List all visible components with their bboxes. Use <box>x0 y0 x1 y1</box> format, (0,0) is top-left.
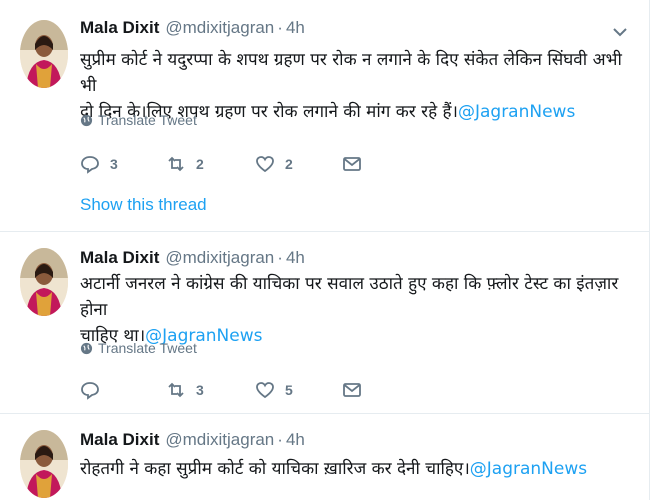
like-count: 2 <box>285 156 293 172</box>
translate-tweet-link[interactable]: Translate Tweet <box>80 112 197 128</box>
tweet[interactable]: Mala Dixit @mdixitjagran · 4h सुप्रीम को… <box>0 0 650 232</box>
like-button[interactable]: 2 <box>255 152 293 176</box>
direct-message-button[interactable] <box>342 378 362 402</box>
author-handle[interactable]: @mdixitjagran <box>165 430 274 450</box>
author-name[interactable]: Mala Dixit <box>80 430 159 450</box>
reply-icon <box>81 382 99 400</box>
avatar[interactable] <box>20 248 68 316</box>
tweet-timestamp[interactable]: 4h <box>286 18 305 38</box>
reply-count: 3 <box>110 156 118 172</box>
mention-link[interactable]: @JagranNews <box>458 102 575 122</box>
show-thread-link[interactable]: Show this thread <box>80 195 207 215</box>
separator: · <box>277 430 283 449</box>
like-button[interactable]: 5 <box>255 378 293 402</box>
author-handle[interactable]: @mdixitjagran <box>165 18 274 38</box>
like-icon <box>256 382 274 399</box>
tweet-text: अटार्नी जनरल ने कांग्रेस की याचिका पर सव… <box>80 271 632 349</box>
author-name[interactable]: Mala Dixit <box>80 18 159 38</box>
globe-icon <box>80 114 93 126</box>
reply-button[interactable] <box>80 378 110 402</box>
reply-icon <box>81 156 99 174</box>
tweet-header: Mala Dixit @mdixitjagran · 4h <box>80 18 305 42</box>
like-count: 5 <box>285 382 293 398</box>
separator: · <box>277 18 283 37</box>
like-icon <box>256 156 274 173</box>
author-handle[interactable]: @mdixitjagran <box>165 248 274 268</box>
reply-button[interactable]: 3 <box>80 152 118 176</box>
translate-tweet-link[interactable]: Translate Tweet <box>80 340 197 356</box>
tweet-timestamp[interactable]: 4h <box>286 430 305 450</box>
tweet-text: रोहतगी ने कहा सुप्रीम कोर्ट को याचिका ख़… <box>80 456 632 482</box>
tweet-timeline: Mala Dixit @mdixitjagran · 4h सुप्रीम को… <box>0 0 650 500</box>
retweet-icon <box>168 156 184 172</box>
tweet[interactable]: Mala Dixit @mdixitjagran · 4h रोहतगी ने … <box>0 414 650 500</box>
direct-message-button[interactable] <box>342 152 362 176</box>
retweet-count: 2 <box>196 156 204 172</box>
retweet-icon <box>168 382 184 398</box>
message-icon <box>343 383 361 397</box>
globe-icon <box>80 342 93 354</box>
tweet-header: Mala Dixit @mdixitjagran · 4h <box>80 248 305 272</box>
translate-label: Translate Tweet <box>98 340 197 356</box>
retweet-count: 3 <box>196 382 204 398</box>
retweet-button[interactable]: 2 <box>166 152 204 176</box>
tweet-timestamp[interactable]: 4h <box>286 248 305 268</box>
avatar[interactable] <box>20 20 68 88</box>
translate-label: Translate Tweet <box>98 112 197 128</box>
avatar[interactable] <box>20 430 68 498</box>
message-icon <box>343 157 361 171</box>
tweet-text-fragment: रोहतगी ने कहा सुप्रीम कोर्ट को याचिका ख़… <box>80 459 470 479</box>
tweet-header: Mala Dixit @mdixitjagran · 4h <box>80 430 305 454</box>
tweet-text-line: रोहतगी ने कहा सुप्रीम कोर्ट को याचिका ख़… <box>80 456 632 482</box>
tweet-text-line: सुप्रीम कोर्ट ने यदुरप्पा के शपथ ग्रहण प… <box>80 50 622 96</box>
mention-link[interactable]: @JagranNews <box>470 459 587 479</box>
chevron-down-icon[interactable] <box>606 22 634 42</box>
tweet-actions: 3 5 <box>80 378 380 402</box>
tweet[interactable]: Mala Dixit @mdixitjagran · 4h अटार्नी जन… <box>0 232 650 414</box>
tweet-actions: 3 2 2 <box>80 152 380 176</box>
author-name[interactable]: Mala Dixit <box>80 248 159 268</box>
tweet-text-line: अटार्नी जनरल ने कांग्रेस की याचिका पर सव… <box>80 274 619 320</box>
separator: · <box>277 248 283 267</box>
retweet-button[interactable]: 3 <box>166 378 204 402</box>
